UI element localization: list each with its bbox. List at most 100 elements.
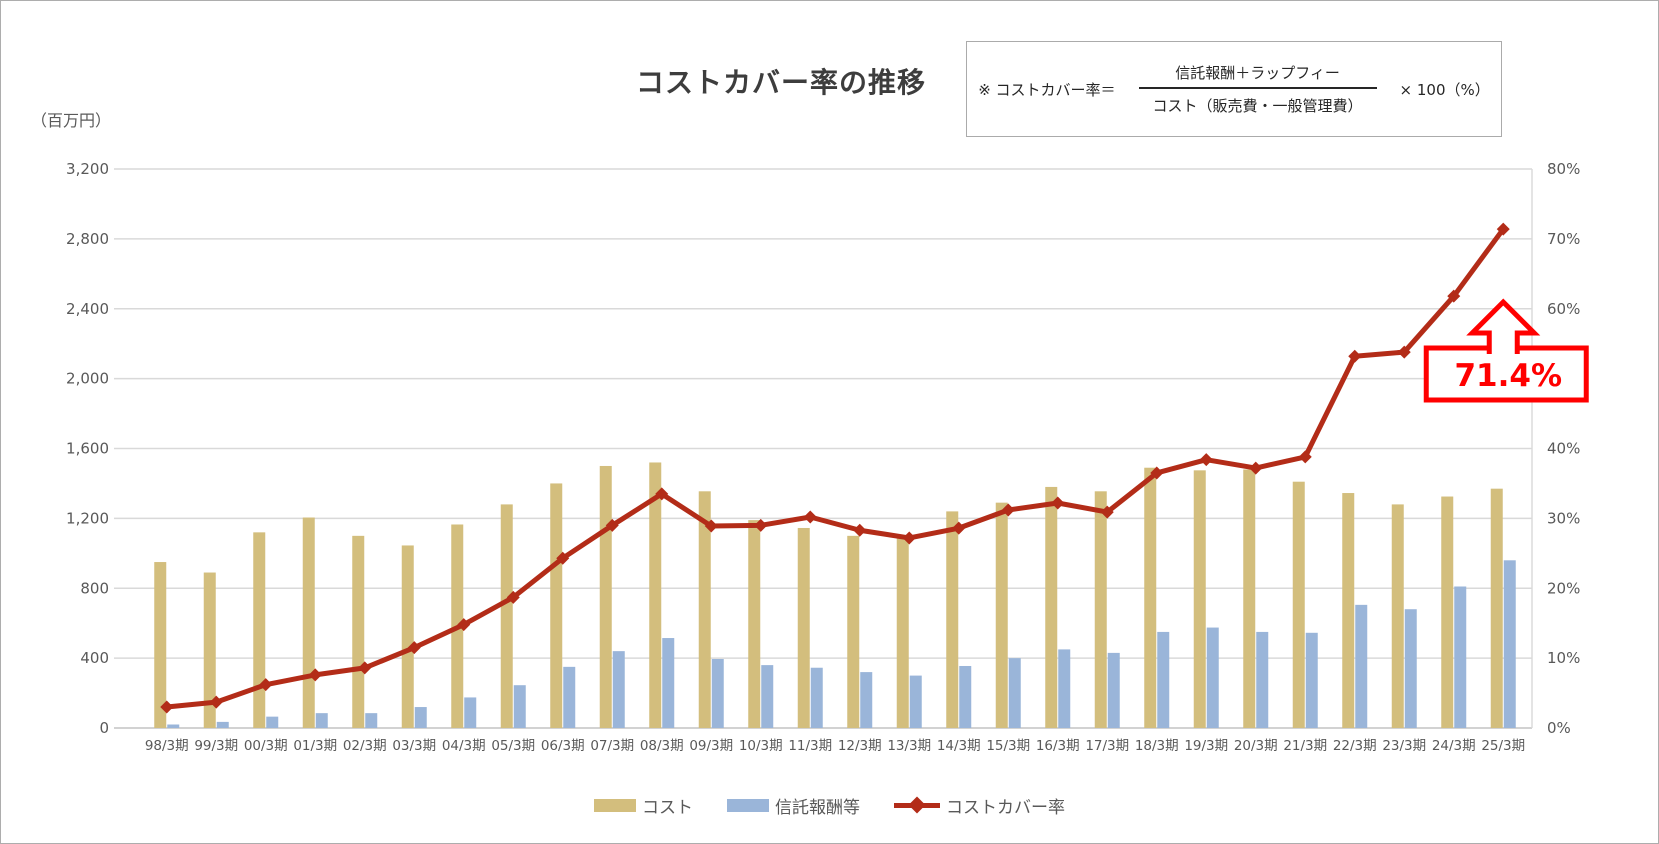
svg-text:1,200: 1,200 [66,509,109,527]
legend-swatch-cost [594,799,636,812]
svg-text:3,200: 3,200 [66,160,109,178]
cost-bar [1491,489,1503,728]
trust-fee-bar [860,672,872,728]
cost-bar [1342,493,1354,728]
right-axis-ticks: 0%10%20%30%40%50%60%70%80% [1547,160,1580,737]
svg-text:22/3期: 22/3期 [1333,738,1377,754]
cost-bar [897,538,909,728]
svg-text:11/3期: 11/3期 [788,738,832,754]
chart-plot: 04008001,2001,6002,0002,4002,8003,2000%1… [1,1,1659,844]
svg-text:00/3期: 00/3期 [244,738,288,754]
trust-fee-bar [959,666,971,728]
svg-text:12/3期: 12/3期 [838,738,882,754]
legend-label-cover-rate: コストカバー率 [946,793,1065,818]
svg-text:14/3期: 14/3期 [937,738,981,754]
trust-fee-bar [613,651,625,728]
trust-fee-bar [1108,653,1120,728]
trust-fee-bar [1454,587,1466,728]
svg-text:01/3期: 01/3期 [293,738,337,754]
trust-fee-bars [167,560,1516,728]
cost-bar [798,528,810,728]
cost-bar [748,520,760,728]
legend-diamond-marker [909,797,926,814]
legend: コスト 信託報酬等 コストカバー率 [1,793,1658,818]
trust-fee-bar [217,722,229,728]
legend-label-cost: コスト [642,793,693,818]
svg-text:07/3期: 07/3期 [590,738,634,754]
svg-text:2,800: 2,800 [66,230,109,248]
svg-text:20%: 20% [1547,579,1580,597]
cost-bar [847,536,859,728]
line-marker [853,524,866,537]
x-axis-labels: 98/3期99/3期00/3期01/3期02/3期03/3期04/3期05/3期… [145,738,1525,754]
cost-bar [1293,482,1305,728]
trust-fee-bar [761,665,773,728]
cost-bar [1243,469,1255,728]
cost-bar [1441,497,1453,728]
trust-fee-bar [563,667,575,728]
legend-item-trust-fee: 信託報酬等 [727,793,860,818]
cost-bar [501,504,513,728]
cost-bar [550,483,562,728]
line-marker [1200,453,1213,466]
legend-item-cost: コスト [594,793,693,818]
svg-text:60%: 60% [1547,300,1580,318]
svg-text:0%: 0% [1547,719,1571,737]
trust-fee-bar [167,725,179,728]
svg-text:99/3期: 99/3期 [194,738,238,754]
trust-fee-bar [1355,605,1367,728]
cost-bar [352,536,364,728]
svg-text:23/3期: 23/3期 [1382,738,1426,754]
svg-text:2,400: 2,400 [66,300,109,318]
cost-bar [1144,468,1156,728]
trust-fee-bar [910,676,922,728]
legend-label-trust-fee: 信託報酬等 [775,793,860,818]
svg-text:70%: 70% [1547,230,1580,248]
svg-text:800: 800 [80,579,109,597]
cost-bar [946,511,958,728]
svg-text:80%: 80% [1547,160,1580,178]
svg-text:18/3期: 18/3期 [1135,738,1179,754]
left-axis-ticks: 04008001,2001,6002,0002,4002,8003,200 [66,160,109,737]
chart-canvas: コストカバー率の推移 （百万円） ※ コストカバー率＝ 信託報酬＋ラップフィー … [0,0,1659,844]
trust-fee-bar [712,659,724,728]
cost-bar [600,466,612,728]
legend-swatch-cover-rate-line [894,803,940,808]
cost-bar [303,518,315,728]
trust-fee-bar [1504,560,1516,728]
cost-bar [402,545,414,728]
svg-text:30%: 30% [1547,509,1580,527]
svg-text:21/3期: 21/3期 [1283,738,1327,754]
trust-fee-bar [316,713,328,728]
trust-fee-bar [662,638,674,728]
trust-fee-bar [1009,658,1021,728]
svg-text:09/3期: 09/3期 [689,738,733,754]
cost-bar [1194,470,1206,728]
cost-bar [996,503,1008,728]
svg-text:10/3期: 10/3期 [739,738,783,754]
cost-bar [1095,491,1107,728]
svg-text:400: 400 [80,649,109,667]
svg-text:02/3期: 02/3期 [343,738,387,754]
svg-text:03/3期: 03/3期 [392,738,436,754]
line-marker [804,510,817,523]
trust-fee-bar [1306,633,1318,728]
trust-fee-bar [464,697,476,728]
cost-bar [1392,504,1404,728]
svg-text:0: 0 [99,719,109,737]
trust-fee-bar [1058,649,1070,728]
cost-bars [154,462,1503,728]
trust-fee-bar [811,668,823,728]
svg-text:19/3期: 19/3期 [1184,738,1228,754]
trust-fee-bar [266,717,278,728]
svg-text:13/3期: 13/3期 [887,738,931,754]
svg-text:04/3期: 04/3期 [442,738,486,754]
cost-bar [1045,487,1057,728]
legend-swatch-trust-fee [727,799,769,812]
trust-fee-bar [1256,632,1268,728]
svg-text:20/3期: 20/3期 [1234,738,1278,754]
svg-text:40%: 40% [1547,440,1580,458]
svg-text:10%: 10% [1547,649,1580,667]
cost-bar [253,532,265,728]
svg-text:25/3期: 25/3期 [1481,738,1525,754]
